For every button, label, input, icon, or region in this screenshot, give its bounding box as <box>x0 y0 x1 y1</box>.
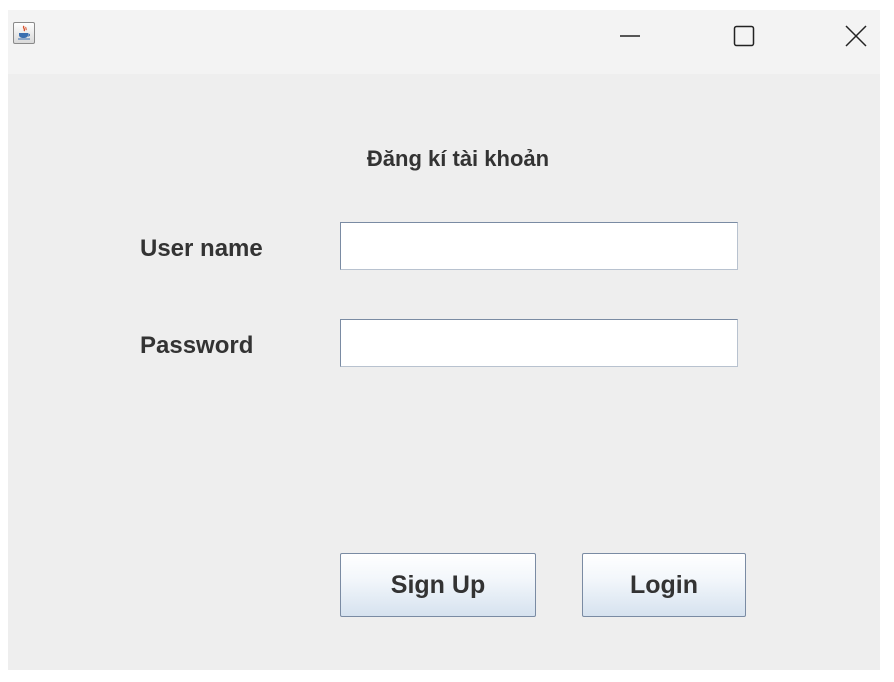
login-button[interactable]: Login <box>582 553 746 617</box>
minimize-icon <box>620 35 640 37</box>
java-coffee-icon[interactable] <box>13 22 35 44</box>
close-icon <box>845 25 867 47</box>
maximize-icon <box>733 25 755 47</box>
minimize-button[interactable] <box>600 10 660 62</box>
username-label: User name <box>140 235 263 262</box>
close-button[interactable] <box>826 10 880 62</box>
username-input[interactable] <box>340 222 738 270</box>
password-label: Password <box>140 332 254 359</box>
title-bar[interactable] <box>8 10 880 74</box>
form-heading: Đăng kí tài khoản <box>366 146 550 171</box>
app-window: Đăng kí tài khoản User name Password Sig… <box>8 10 880 670</box>
sign-up-button[interactable]: Sign Up <box>340 553 536 617</box>
password-input[interactable] <box>340 319 738 367</box>
maximize-button[interactable] <box>714 10 774 62</box>
